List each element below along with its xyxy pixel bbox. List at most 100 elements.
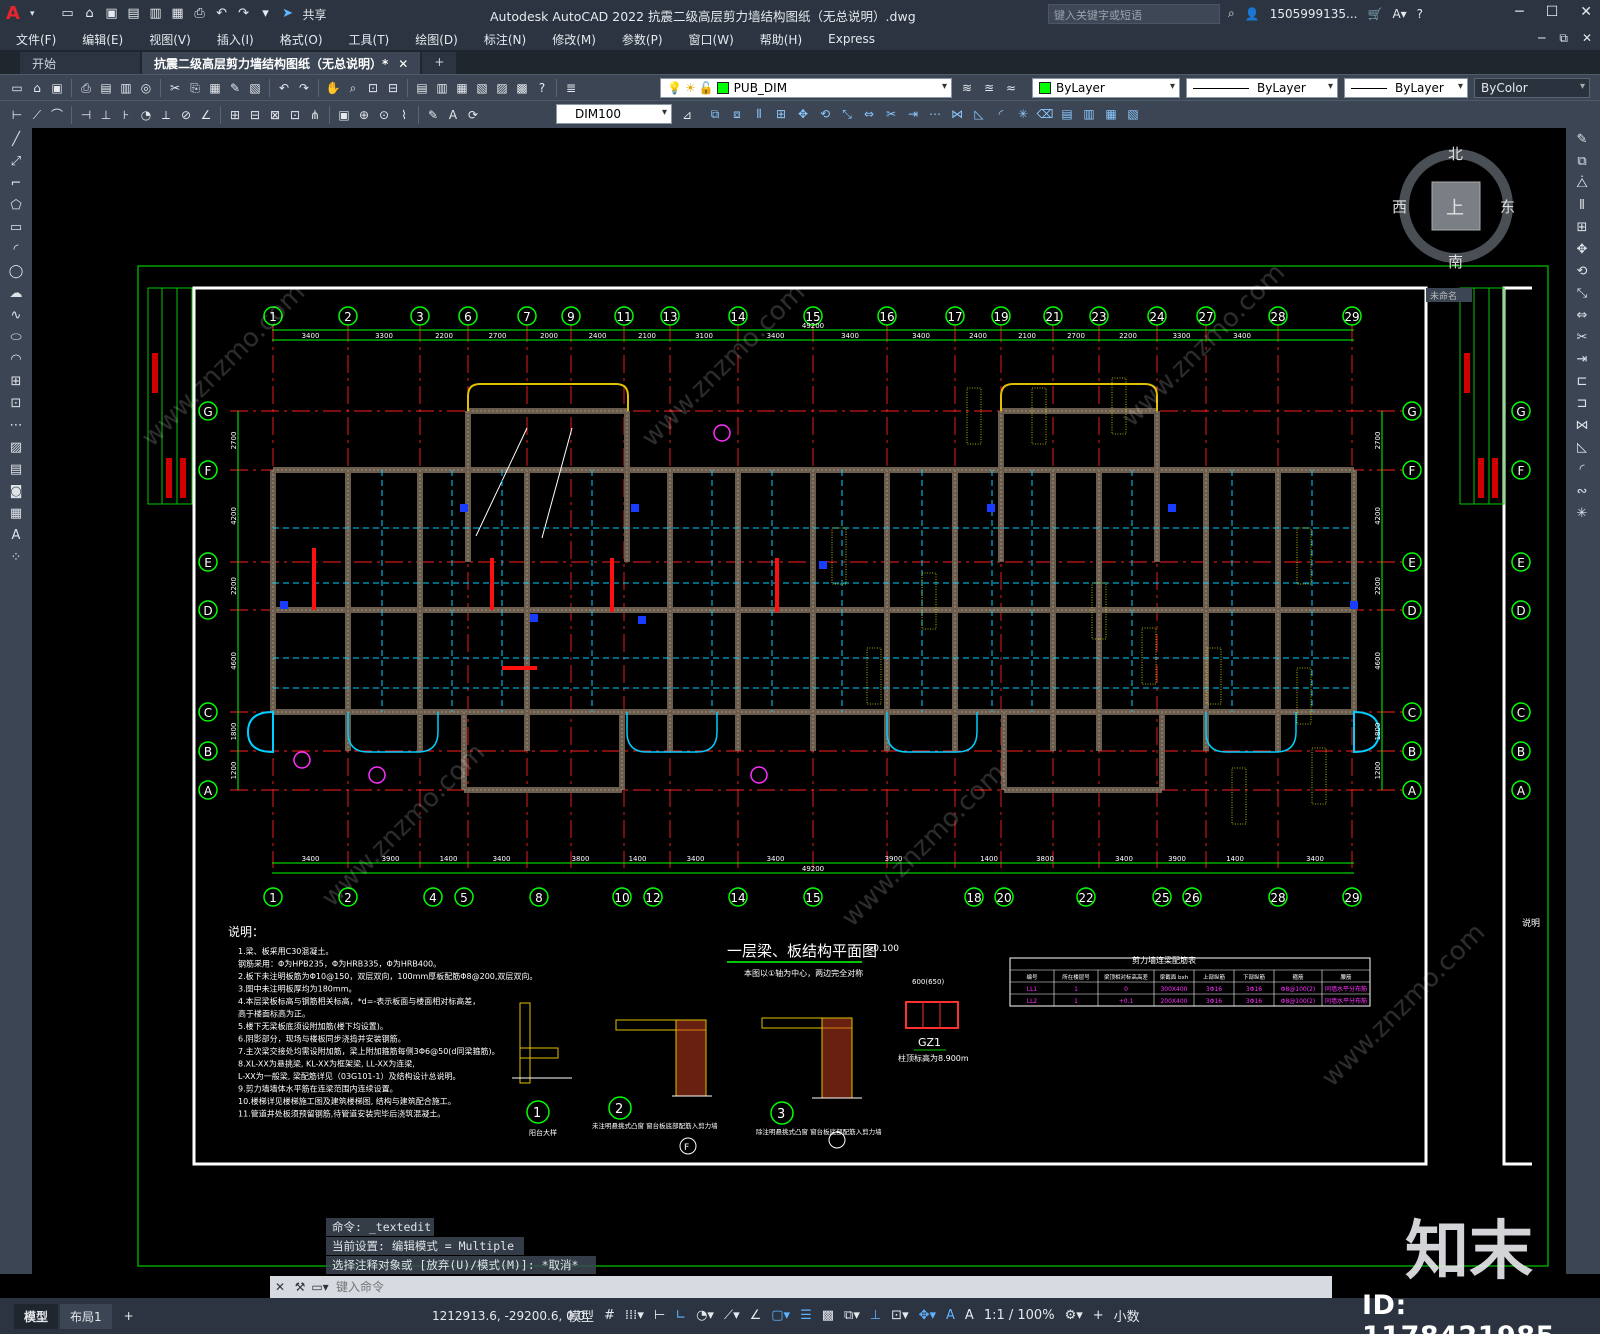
insert-block-icon[interactable]: ⊞ bbox=[5, 372, 27, 392]
coordinates-readout[interactable]: 1212913.6, -29200.6, 0.0 bbox=[432, 1309, 585, 1323]
command-input[interactable] bbox=[330, 1277, 1290, 1297]
stretch-icon[interactable]: ⇔ bbox=[860, 105, 878, 123]
lineweight-dropdown[interactable]: ByLayer ▾ bbox=[1344, 78, 1468, 98]
model-space-toggle[interactable]: 模型 bbox=[568, 1306, 594, 1325]
grid-icon[interactable]: # bbox=[604, 1308, 615, 1323]
inspect-icon[interactable]: ⊙ bbox=[375, 106, 393, 124]
recent-commands-icon[interactable]: ▭▾ bbox=[310, 1280, 330, 1294]
extend-icon[interactable]: ⇥ bbox=[904, 105, 922, 123]
ellipse-icon[interactable]: ⬭ bbox=[5, 328, 27, 348]
rotate-icon[interactable]: ⟲ bbox=[1571, 262, 1593, 282]
dim-text-edit-icon[interactable]: A bbox=[444, 106, 462, 124]
annotation-scale-icon[interactable]: A bbox=[946, 1308, 955, 1323]
fillet-icon[interactable]: ◜ bbox=[992, 105, 1010, 123]
array-icon[interactable]: ⊞ bbox=[772, 105, 790, 123]
tab-close-icon[interactable]: ✕ bbox=[398, 57, 408, 71]
isodraft-icon[interactable]: ⟋▾ bbox=[724, 1308, 740, 1323]
design-center-icon[interactable]: ▥ bbox=[433, 79, 451, 97]
dim-style-icon[interactable]: ⊿ bbox=[678, 106, 696, 124]
doc-restore-icon[interactable]: ⧉ bbox=[1559, 31, 1568, 46]
add-selected-icon[interactable]: ⁘ bbox=[5, 548, 27, 568]
stretch-icon[interactable]: ⇔ bbox=[1571, 306, 1593, 326]
trim-icon[interactable]: ✂ bbox=[1571, 328, 1593, 348]
properties-icon[interactable]: ▤ bbox=[413, 79, 431, 97]
tolerance-icon[interactable]: ▣ bbox=[335, 106, 353, 124]
baseline-dim-icon[interactable]: ⊣ bbox=[77, 106, 95, 124]
lineweight-icon[interactable]: ☰ bbox=[800, 1308, 812, 1323]
customize-command-icon[interactable]: ⚒ bbox=[290, 1280, 310, 1294]
diameter-dim-icon[interactable]: ⊘ bbox=[177, 106, 195, 124]
revcloud-icon[interactable]: ☁ bbox=[5, 284, 27, 304]
array-icon[interactable]: ⊞ bbox=[1571, 218, 1593, 238]
sheet-set-icon[interactable]: ▧ bbox=[473, 79, 491, 97]
viewcube-west[interactable]: 西 bbox=[1392, 198, 1407, 216]
plot-icon[interactable]: ⎙ bbox=[77, 79, 95, 97]
layer-match-icon[interactable]: ≈ bbox=[1002, 79, 1020, 97]
linear-dim-icon[interactable]: ⊢ bbox=[8, 106, 26, 124]
close-command-line-icon[interactable]: ✕ bbox=[270, 1280, 290, 1294]
publish-icon[interactable]: ▥ bbox=[117, 79, 135, 97]
mirror-icon[interactable]: ⧈ bbox=[728, 105, 746, 123]
menu-insert[interactable]: 插入(I) bbox=[217, 31, 254, 48]
close-icon[interactable]: ✕ bbox=[1580, 4, 1592, 20]
scale-icon[interactable]: ⤡ bbox=[1571, 284, 1593, 304]
explode-icon[interactable]: ✳ bbox=[1014, 105, 1032, 123]
construction-line-icon[interactable]: ⤢ bbox=[5, 152, 27, 172]
menu-format[interactable]: 格式(O) bbox=[280, 31, 323, 48]
tab-layout1[interactable]: 布局1 bbox=[60, 1303, 112, 1329]
undo-icon[interactable]: ↶ bbox=[275, 79, 293, 97]
save-web-icon[interactable]: ▦ bbox=[169, 5, 187, 23]
gizmo-icon[interactable]: ⊡▾ bbox=[891, 1308, 908, 1323]
erase-icon[interactable]: ✎ bbox=[1571, 130, 1593, 150]
new-icon[interactable]: ▭ bbox=[59, 5, 77, 23]
new-tab-button[interactable]: + bbox=[422, 52, 457, 74]
make-current-layer-icon[interactable]: ≋ bbox=[958, 79, 976, 97]
dimstyle-dropdown[interactable]: DIM100 ▾ bbox=[556, 104, 672, 124]
customize-icon[interactable]: ▾ bbox=[257, 5, 275, 23]
help-icon[interactable]: ? bbox=[533, 79, 551, 97]
dim-edit-icon[interactable]: ✎ bbox=[424, 106, 442, 124]
center-mark-icon[interactable]: ⊕ bbox=[355, 106, 373, 124]
scale-readout[interactable]: 1:1 / 100% bbox=[984, 1308, 1055, 1323]
search-icon[interactable]: ⌕ bbox=[1228, 6, 1235, 21]
polyline-icon[interactable]: ⌐ bbox=[5, 174, 27, 194]
drawing-canvas[interactable]: 1 2 3 6 7 9 11 13 14 15 16 17 19 21 23 24 27 28 29 1 2 4 5 8 10 1… bbox=[32, 128, 1566, 1274]
match-properties-icon[interactable]: ✎ bbox=[226, 79, 244, 97]
menu-file[interactable]: 文件(F) bbox=[16, 31, 56, 48]
scale-icon[interactable]: ⤡ bbox=[838, 105, 856, 123]
polygon-icon[interactable]: ⬠ bbox=[5, 196, 27, 216]
infer-icon[interactable]: ⊢ bbox=[654, 1308, 665, 1323]
share-button[interactable]: 共享 bbox=[303, 6, 327, 23]
layer-properties-icon[interactable]: ≣ bbox=[562, 79, 580, 97]
zoom-window-icon[interactable]: ⊡ bbox=[364, 79, 382, 97]
ellipse-arc-icon[interactable]: ◠ bbox=[5, 350, 27, 370]
layer-dropdown[interactable]: 💡 ☀ 🔓 PUB_DIM ▾ bbox=[660, 78, 952, 98]
polar-icon[interactable]: ◔▾ bbox=[696, 1308, 714, 1323]
copy-icon[interactable]: ⧉ bbox=[1571, 152, 1593, 172]
radius-dim-icon[interactable]: ◔ bbox=[137, 106, 155, 124]
redo-icon[interactable]: ↷ bbox=[235, 5, 253, 23]
draworder-icon[interactable]: ▤ bbox=[1058, 105, 1076, 123]
osnap-icon[interactable]: ▢▾ bbox=[771, 1308, 790, 1323]
workspace-icon[interactable]: ⚙▾ bbox=[1065, 1308, 1083, 1323]
circle-icon[interactable]: ◯ bbox=[5, 262, 27, 282]
dim-baseline-icon[interactable]: ⊟ bbox=[246, 106, 264, 124]
color-dropdown[interactable]: ByLayer ▾ bbox=[1032, 78, 1180, 98]
user-icon[interactable]: 👤 bbox=[1245, 7, 1260, 21]
viewcube[interactable]: 上 北 南 东 西 未命名 bbox=[1392, 145, 1515, 302]
menu-help[interactable]: 帮助(H) bbox=[760, 31, 802, 48]
join-icon[interactable]: ⋈ bbox=[948, 105, 966, 123]
ordinate-dim-icon[interactable]: ⊦ bbox=[117, 106, 135, 124]
make-block-icon[interactable]: ⊡ bbox=[5, 394, 27, 414]
offset-icon[interactable]: ⫴ bbox=[1571, 196, 1593, 216]
group-icon[interactable]: ▥ bbox=[1080, 105, 1098, 123]
open-icon[interactable]: ⌂ bbox=[81, 5, 99, 23]
menu-edit[interactable]: 编辑(E) bbox=[82, 31, 123, 48]
doc-close-icon[interactable]: ✕ bbox=[1582, 31, 1592, 46]
cart-icon[interactable]: 🛒 bbox=[1367, 7, 1382, 21]
dynamic-ucs-icon[interactable]: ⊥ bbox=[870, 1308, 881, 1323]
markup-icon[interactable]: ▨ bbox=[493, 79, 511, 97]
erase-icon[interactable]: ⌫ bbox=[1036, 105, 1054, 123]
gradient-icon[interactable]: ▤ bbox=[5, 460, 27, 480]
copy-icon[interactable]: ⎘ bbox=[186, 79, 204, 97]
